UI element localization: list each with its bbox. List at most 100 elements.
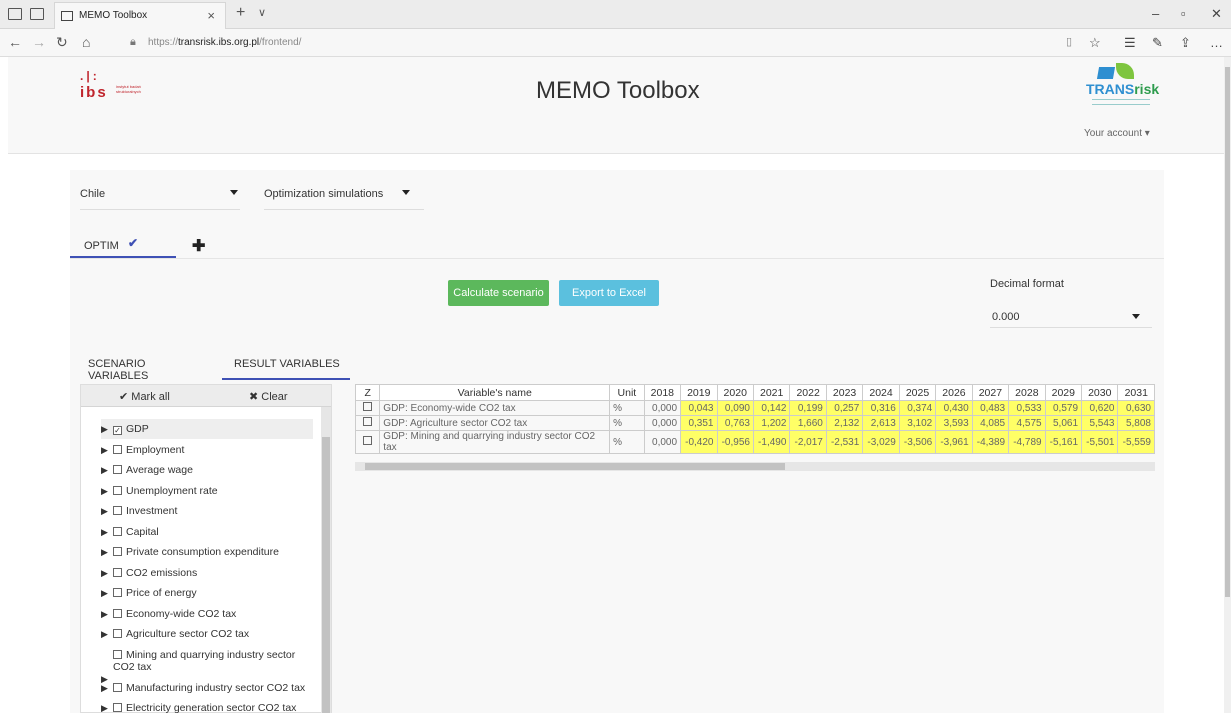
- value-cell[interactable]: 2,613: [862, 415, 900, 431]
- value-cell[interactable]: 2,132: [825, 415, 864, 431]
- value-cell[interactable]: 0,257: [825, 400, 864, 416]
- value-cell[interactable]: 0,142: [752, 400, 791, 416]
- value-cell[interactable]: -3,506: [898, 430, 937, 454]
- reading-view-icon[interactable]: ▯: [1066, 35, 1072, 48]
- row-checkbox[interactable]: [363, 402, 373, 411]
- calculate-scenario-button[interactable]: Calculate scenario: [448, 280, 549, 306]
- row-checkbox[interactable]: [363, 417, 373, 426]
- chevron-down-icon[interactable]: ✔: [128, 236, 138, 250]
- expand-arrow-icon[interactable]: ▶: [101, 702, 113, 713]
- tree-checkbox[interactable]: [113, 506, 122, 515]
- value-cell[interactable]: 5,061: [1044, 415, 1083, 431]
- value-cell[interactable]: -0,420: [680, 430, 718, 454]
- value-cell[interactable]: 0,090: [716, 400, 754, 416]
- value-cell[interactable]: -1,490: [752, 430, 791, 454]
- value-cell[interactable]: -0,956: [716, 430, 754, 454]
- expand-arrow-icon[interactable]: ▶: [101, 587, 113, 599]
- expand-arrow-icon[interactable]: ▶: [101, 423, 113, 435]
- url-field[interactable]: https://transrisk.ibs.org.pl/frontend/: [148, 37, 301, 48]
- account-menu[interactable]: Your account ▾: [1084, 128, 1150, 139]
- row-select-cell[interactable]: [354, 415, 381, 431]
- value-cell[interactable]: 1,202: [752, 415, 791, 431]
- row-select-cell[interactable]: [354, 400, 381, 416]
- value-cell[interactable]: -2,017: [789, 430, 827, 454]
- row-checkbox[interactable]: [363, 436, 373, 445]
- tree-item[interactable]: ▶ Price of energy: [101, 583, 313, 603]
- tree-item[interactable]: ▶ Agriculture sector CO2 tax: [101, 624, 313, 644]
- value-cell[interactable]: 4,085: [971, 415, 1010, 431]
- tree-item[interactable]: ▶ Employment: [101, 440, 313, 460]
- value-cell[interactable]: 0,620: [1081, 400, 1119, 416]
- clear-button[interactable]: ✖ Clear: [249, 390, 288, 403]
- tree-checkbox[interactable]: [113, 567, 122, 577]
- tree-scrollbar-thumb[interactable]: [322, 437, 330, 713]
- value-cell[interactable]: 0,351: [680, 415, 718, 431]
- tree-checkbox[interactable]: [113, 608, 122, 618]
- tree-checkbox[interactable]: [113, 629, 122, 638]
- new-tab-icon[interactable]: +: [236, 4, 245, 22]
- value-cell[interactable]: 0,630: [1117, 400, 1155, 416]
- tree-checkbox[interactable]: [113, 526, 122, 536]
- tree-checkbox[interactable]: ✓: [113, 426, 122, 435]
- tree-item[interactable]: ▶ Unemployment rate: [101, 481, 313, 501]
- tree-item[interactable]: ▶ Private consumption expenditure: [101, 542, 313, 562]
- value-cell[interactable]: 0,316: [862, 400, 900, 416]
- expand-arrow-icon[interactable]: ▶: [101, 505, 113, 517]
- tree-item[interactable]: ▶ Investment: [101, 501, 313, 521]
- value-cell[interactable]: -4,789: [1008, 430, 1046, 454]
- tab-actions-icon[interactable]: [8, 8, 22, 20]
- simulation-type-select[interactable]: Optimization simulations: [264, 180, 424, 210]
- favorite-star-icon[interactable]: ☆: [1089, 35, 1101, 51]
- tree-checkbox[interactable]: [113, 444, 122, 454]
- more-icon[interactable]: …: [1210, 35, 1223, 50]
- scenario-tab-optim[interactable]: OPTIM ✔: [70, 232, 176, 258]
- value-cell[interactable]: -5,559: [1117, 430, 1155, 454]
- tree-item[interactable]: ▶ Economy-wide CO2 tax: [101, 604, 313, 624]
- value-cell[interactable]: 0,199: [789, 400, 827, 416]
- tab-result-variables[interactable]: RESULT VARIABLES: [222, 352, 350, 380]
- value-cell[interactable]: -3,961: [935, 430, 973, 454]
- mark-all-button[interactable]: ✔ Mark all: [119, 390, 170, 403]
- value-cell[interactable]: -5,161: [1044, 430, 1083, 454]
- close-tab-icon[interactable]: ×: [207, 8, 215, 23]
- table-row[interactable]: GDP: Economy-wide CO2 tax% 0,000 0,043 0,09…: [354, 400, 1155, 416]
- minimize-icon[interactable]: –: [1152, 6, 1159, 21]
- table-scrollbar[interactable]: [355, 462, 1155, 471]
- home-icon[interactable]: ⌂: [82, 34, 90, 50]
- value-cell[interactable]: 4,575: [1008, 415, 1046, 431]
- pen-icon[interactable]: ✎: [1152, 35, 1163, 51]
- table-row[interactable]: GDP: Mining and quarrying industry secto…: [354, 430, 1155, 454]
- refresh-icon[interactable]: ↻: [56, 34, 68, 51]
- tree-scrollbar[interactable]: [321, 407, 331, 713]
- value-cell[interactable]: 1,660: [789, 415, 827, 431]
- tree-checkbox[interactable]: [113, 588, 122, 597]
- value-cell[interactable]: -4,389: [971, 430, 1010, 454]
- value-cell[interactable]: -5,501: [1081, 430, 1119, 454]
- table-scrollbar-thumb[interactable]: [365, 463, 785, 470]
- expand-arrow-icon[interactable]: ▶: [101, 464, 113, 476]
- value-cell[interactable]: 0,579: [1044, 400, 1083, 416]
- table-row[interactable]: GDP: Agriculture sector CO2 tax% 0,000 0,3…: [354, 415, 1155, 431]
- tree-item[interactable]: ▶ CO2 emissions: [101, 563, 313, 583]
- tab-list-chevron-icon[interactable]: ∨: [258, 6, 266, 19]
- transrisk-logo[interactable]: TRANSrisk: [1086, 63, 1159, 113]
- expand-arrow-icon[interactable]: ▶: [101, 546, 113, 558]
- export-excel-button[interactable]: Export to Excel: [559, 280, 659, 306]
- add-scenario-icon[interactable]: ✚: [192, 236, 205, 256]
- decimal-format-select[interactable]: 0.000: [990, 304, 1152, 328]
- favorites-list-icon[interactable]: ☰: [1124, 35, 1136, 51]
- expand-arrow-icon[interactable]: ▶: [101, 485, 113, 497]
- tree-item[interactable]: ▶ Capital: [101, 522, 313, 542]
- expand-arrow-icon[interactable]: ▶: [101, 682, 113, 694]
- value-cell[interactable]: 0,043: [680, 400, 718, 416]
- forward-icon[interactable]: →: [32, 34, 46, 50]
- tree-checkbox[interactable]: [113, 547, 122, 556]
- value-cell[interactable]: 0,483: [971, 400, 1010, 416]
- tree-item[interactable]: ▶ ✓ GDP: [101, 419, 313, 439]
- page-scrollbar[interactable]: [1224, 57, 1231, 713]
- browser-tab[interactable]: MEMO Toolbox ×: [54, 2, 226, 29]
- tree-checkbox[interactable]: [113, 703, 122, 712]
- value-cell[interactable]: 0,374: [898, 400, 937, 416]
- tree-item[interactable]: ▶ Manufacturing industry sector CO2 tax: [101, 678, 313, 698]
- tree-checkbox[interactable]: [113, 682, 122, 692]
